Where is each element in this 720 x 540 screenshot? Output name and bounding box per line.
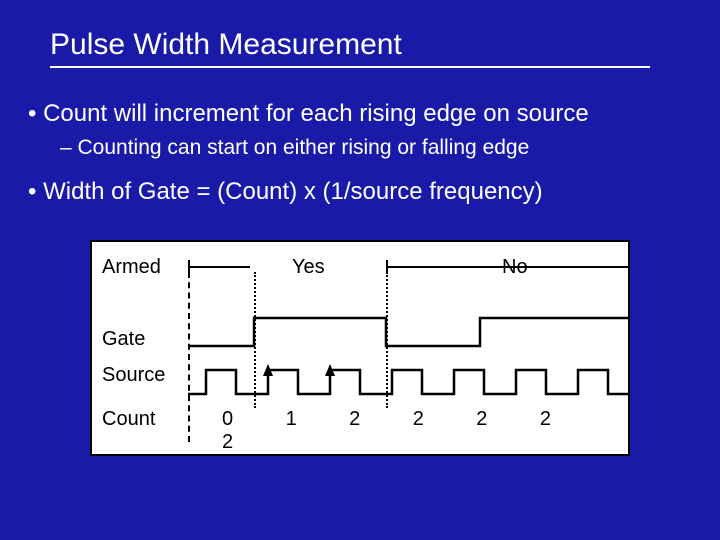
armed-line-yes [188, 266, 250, 268]
label-count: Count [102, 408, 155, 431]
bullet-1: Count will increment for each rising edg… [28, 100, 589, 128]
timing-diagram: Armed Gate Source Count Yes No 0 1 2 2 2… [90, 240, 630, 456]
label-armed: Armed [102, 256, 161, 279]
source-waveform [188, 360, 628, 402]
count-3: 2 [413, 408, 471, 431]
armed-no-line [450, 266, 630, 268]
count-values: 0 1 2 2 2 2 2 [222, 408, 628, 454]
armed-yes-text: Yes [292, 256, 325, 279]
bullet-2: Width of Gate = (Count) x (1/source freq… [28, 178, 589, 206]
count-4: 2 [476, 408, 534, 431]
slide-title: Pulse Width Measurement [50, 28, 650, 64]
title-block: Pulse Width Measurement [50, 28, 650, 68]
count-6: 2 [222, 431, 280, 454]
count-0: 0 [222, 408, 280, 431]
count-2: 2 [349, 408, 407, 431]
title-underline [50, 66, 650, 68]
label-source: Source [102, 364, 165, 387]
marker-arm-start [188, 272, 190, 442]
bullet-1-sub: Counting can start on either rising or f… [60, 136, 589, 160]
bullet-list: Count will increment for each rising edg… [28, 100, 589, 206]
gate-waveform [188, 312, 628, 352]
count-5: 2 [540, 408, 598, 431]
label-gate: Gate [102, 328, 145, 351]
count-1: 1 [286, 408, 344, 431]
armed-line-no [388, 266, 450, 268]
